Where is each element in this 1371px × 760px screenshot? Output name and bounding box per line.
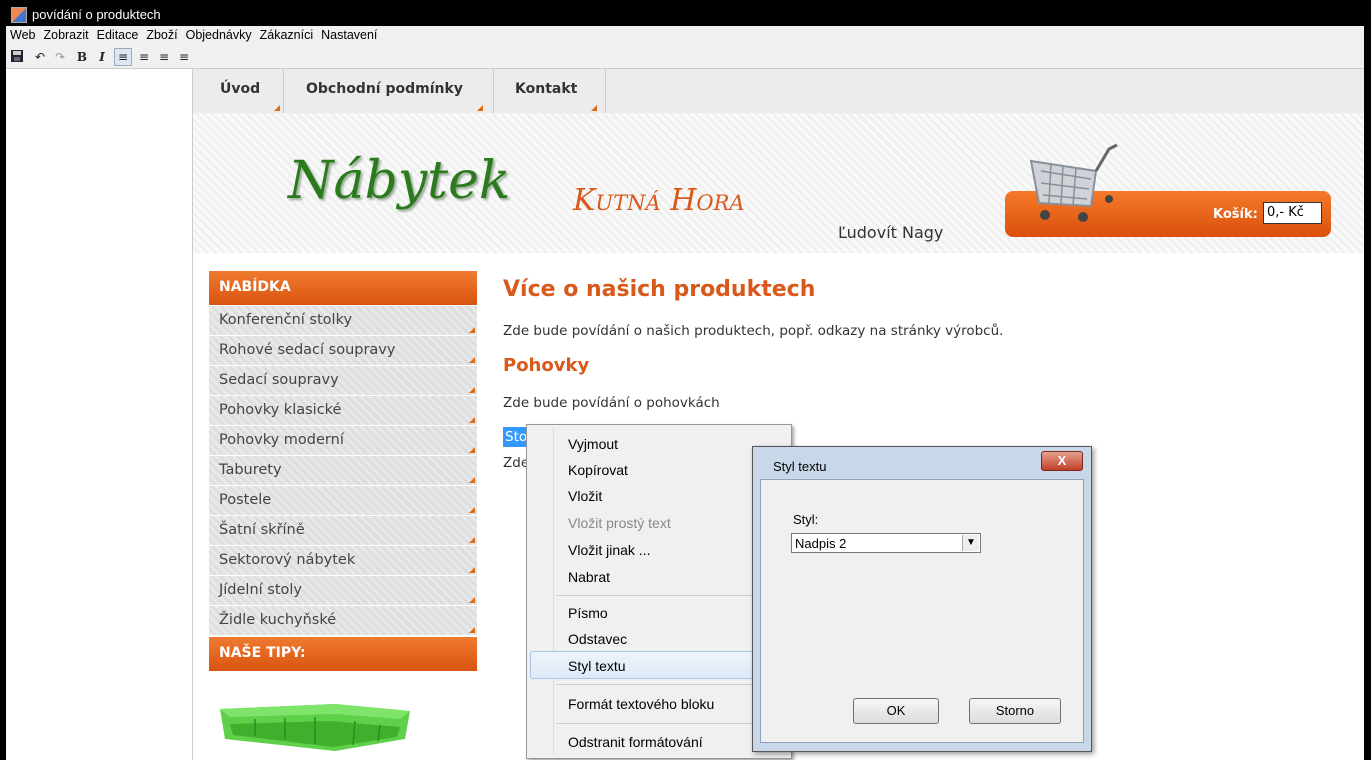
menu-separator: [557, 684, 785, 685]
menu-zbozi[interactable]: Zboží: [142, 26, 181, 42]
align-center-icon[interactable]: ≡: [136, 49, 152, 65]
dialog-body: Styl: Nadpis 2 ▼ OK Storno: [760, 479, 1084, 743]
menu-web[interactable]: Web: [6, 26, 39, 42]
italic-button[interactable]: I: [94, 49, 110, 65]
sidebar-item-pohovky-klasicke[interactable]: Pohovky klasické: [209, 396, 477, 425]
window-title: povídání o produktech: [32, 7, 161, 22]
sidebar: NABÍDKA Konferenční stolky Rohové sedací…: [209, 271, 477, 671]
site-city: Kutná Hora: [573, 183, 745, 218]
dialog-title: Styl textu: [773, 459, 827, 474]
section-heading: Pohovky: [503, 355, 590, 376]
menu-item-pismo[interactable]: Písmo: [568, 605, 608, 621]
bold-button[interactable]: B: [74, 49, 90, 65]
cart-label: Košík:: [1213, 207, 1258, 222]
text-style-dialog: Styl textu X Styl: Nadpis 2 ▼ OK Storno: [752, 446, 1092, 752]
menu-item-vlozit-prosty-text[interactable]: Vložit prostý text: [568, 515, 671, 531]
toolbar: ↶ ↷ B I ≡ ≡ ≡ ≡: [6, 46, 1364, 69]
owner-name: Ľudovít Nagy: [838, 223, 944, 242]
page-title: Více o našich produktech: [503, 277, 816, 302]
nav-divider: [605, 69, 606, 113]
menu-objednavky[interactable]: Objednávky: [182, 26, 256, 42]
sidebar-item-jidelni-stoly[interactable]: Jídelní stoly: [209, 576, 477, 605]
left-pane: [6, 69, 193, 760]
menu-nastaveni[interactable]: Nastavení: [317, 26, 381, 42]
sidebar-item-satni-skrine[interactable]: Šatní skříně: [209, 516, 477, 545]
sofa-image: [220, 704, 410, 751]
menu-item-vlozit-jinak[interactable]: Vložit jinak ...: [568, 542, 650, 558]
align-right-icon[interactable]: ≡: [156, 49, 172, 65]
sidebar-item-pohovky-moderni[interactable]: Pohovky moderní: [209, 426, 477, 455]
title-bar: povídání o produktech: [6, 4, 1364, 26]
menu-item-odstavec[interactable]: Odstavec: [568, 631, 627, 647]
menu-separator: [557, 595, 785, 596]
menu-item-vyjmout[interactable]: Vyjmout: [568, 436, 618, 452]
site-header: Nábytek Kutná Hora Ľudovít Nagy Košík: 0…: [193, 113, 1364, 253]
cart-value: 0,- Kč: [1263, 202, 1322, 224]
sidebar-heading: NABÍDKA: [209, 271, 477, 305]
nav-tab-kontakt[interactable]: Kontakt: [515, 81, 598, 111]
menu-item-nabrat[interactable]: Nabrat: [568, 569, 610, 585]
align-left-icon[interactable]: ≡: [114, 48, 132, 66]
shopping-cart-icon: [1029, 143, 1118, 222]
nav-divider: [283, 69, 284, 113]
menu-gutter: [553, 427, 554, 754]
sidebar-item-zidle-kuchynske[interactable]: Židle kuchyňské: [209, 606, 477, 635]
style-select[interactable]: Nadpis 2 ▼: [791, 533, 981, 553]
menu-zakaznici[interactable]: Zákazníci: [256, 26, 318, 42]
align-justify-icon[interactable]: ≡: [176, 49, 192, 65]
menu-zobrazit[interactable]: Zobrazit: [39, 26, 92, 42]
redo-icon[interactable]: ↷: [52, 49, 68, 65]
sidebar-item-taburety[interactable]: Taburety: [209, 456, 477, 485]
style-label: Styl:: [793, 512, 819, 527]
nav-divider: [493, 69, 494, 113]
ok-button[interactable]: OK: [853, 698, 939, 724]
menu-item-odstranit-formatovani[interactable]: Odstranit formátování: [568, 734, 703, 750]
sidebar-item-postele[interactable]: Postele: [209, 486, 477, 515]
undo-icon[interactable]: ↶: [32, 49, 48, 65]
cancel-button[interactable]: Storno: [969, 698, 1061, 724]
main-content: Více o našich produktech Zde bude povídá…: [503, 277, 1323, 471]
close-button[interactable]: X: [1041, 451, 1083, 471]
menu-editace[interactable]: Editace: [93, 26, 143, 42]
site-logo: Nábytek: [288, 151, 511, 211]
sidebar-item-sektorovy-nabytek[interactable]: Sektorový nábytek: [209, 546, 477, 575]
sidebar-item-rohove-sedaci-soupravy[interactable]: Rohové sedací soupravy: [209, 336, 477, 365]
intro-paragraph: Zde bude povídání o našich produktech, p…: [503, 323, 1004, 339]
nav-tab-uvod[interactable]: Úvod: [220, 81, 281, 111]
menu-item-kopirovat[interactable]: Kopírovat: [568, 462, 628, 478]
style-select-value: Nadpis 2: [795, 536, 847, 551]
nav-tab-obchodni-podminky[interactable]: Obchodní podmínky: [306, 81, 483, 111]
menu-item-styl-textu[interactable]: Styl textu: [568, 658, 626, 674]
top-navigation: Úvod Obchodní podmínky Kontakt: [193, 69, 1364, 114]
menu-item-format-textoveho-bloku[interactable]: Formát textového bloku: [568, 696, 714, 712]
app-icon: [11, 7, 27, 23]
save-icon[interactable]: [9, 49, 25, 65]
chevron-down-icon[interactable]: ▼: [962, 535, 979, 551]
tips-heading: NAŠE TIPY:: [209, 637, 477, 671]
menu-item-vlozit[interactable]: Vložit: [568, 488, 602, 504]
sidebar-item-sedaci-soupravy[interactable]: Sedací soupravy: [209, 366, 477, 395]
section-paragraph: Zde bude povídání o pohovkách: [503, 395, 720, 411]
sidebar-item-konferencni-stolky[interactable]: Konferenční stolky: [209, 306, 477, 335]
menu-bar: Web Zobrazit Editace Zboží Objednávky Zákazní…: [6, 26, 1364, 47]
menu-separator: [557, 723, 785, 724]
